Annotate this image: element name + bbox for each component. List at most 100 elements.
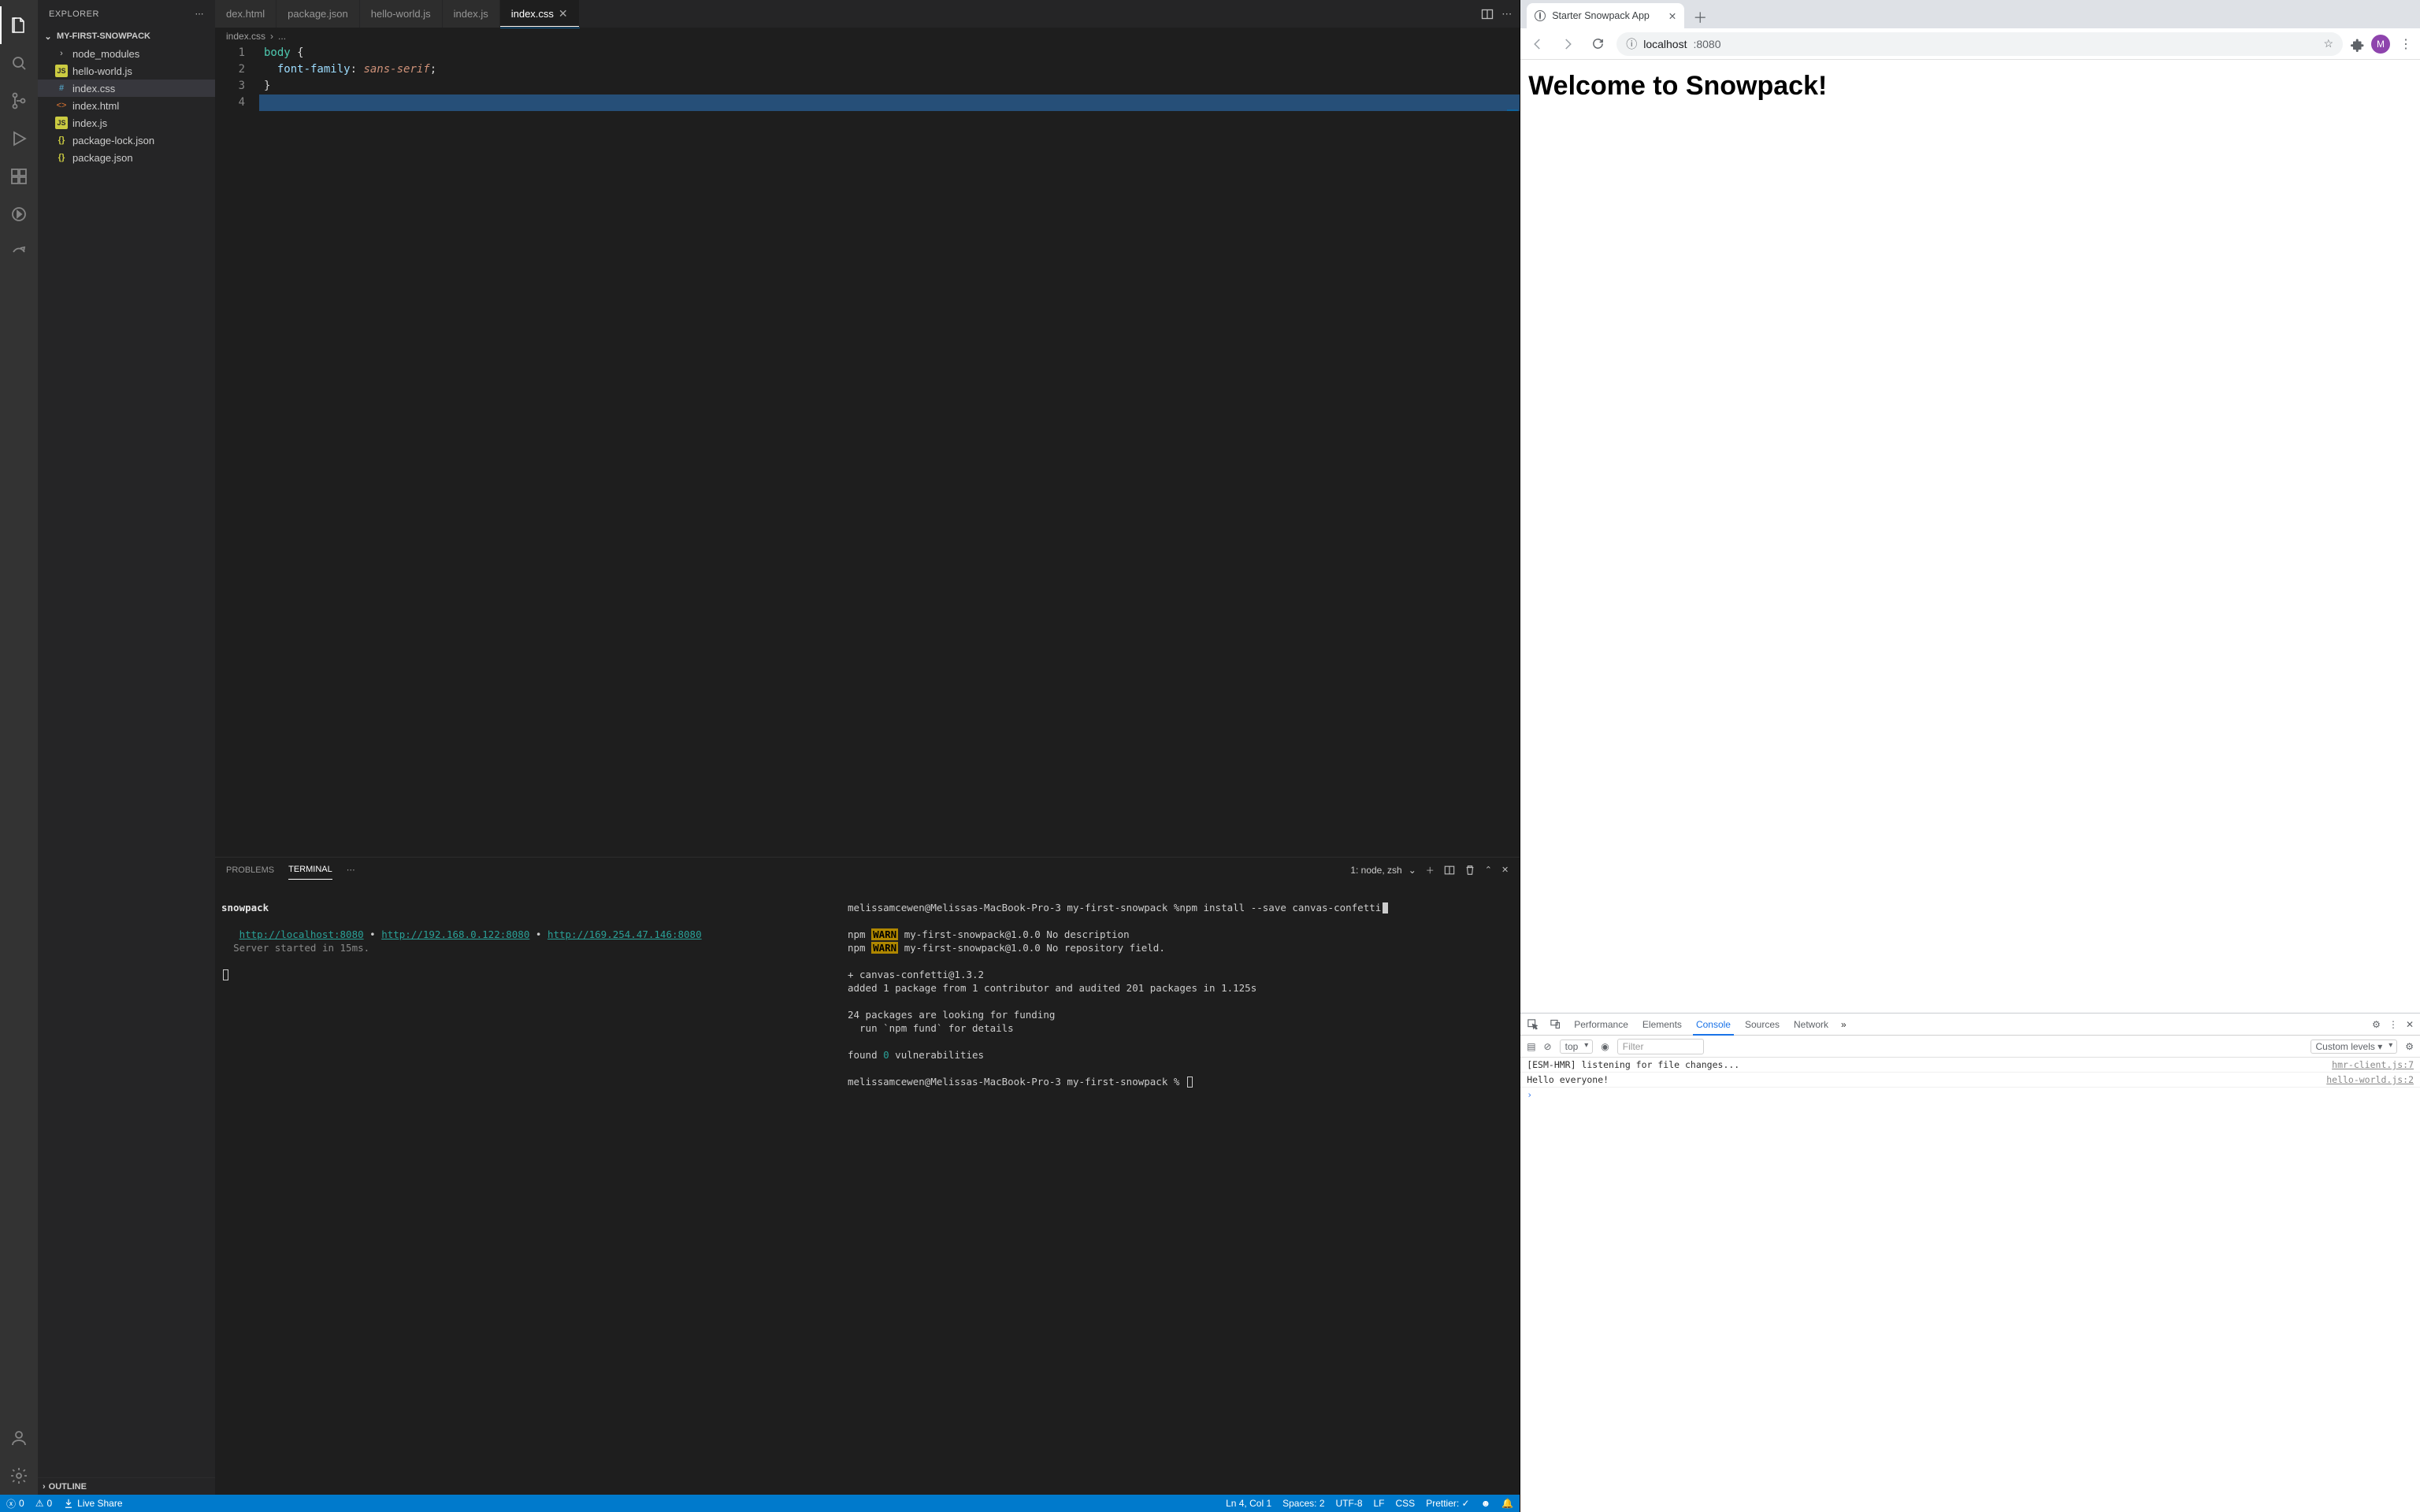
status-lang[interactable]: CSS	[1396, 1498, 1416, 1509]
devtools-tab-elements[interactable]: Elements	[1641, 1019, 1683, 1030]
console-source-link[interactable]: hello-world.js:2	[2326, 1073, 2414, 1087]
status-ln-col[interactable]: Ln 4, Col 1	[1226, 1498, 1271, 1509]
profile-avatar[interactable]: M	[2371, 35, 2390, 54]
file-tree-item[interactable]: {}package.json	[38, 149, 215, 166]
terminal-pane-right[interactable]: melissamcewen@Melissas-MacBook-Pro-3 my-…	[841, 883, 1520, 1495]
device-toggle-icon[interactable]	[1550, 1018, 1561, 1030]
chrome-menu-icon[interactable]: ⋮	[2398, 36, 2414, 52]
close-tab-icon[interactable]: ✕	[1668, 10, 1676, 22]
file-tree-item[interactable]: {}package-lock.json	[38, 132, 215, 149]
close-tab-icon[interactable]: ✕	[559, 7, 568, 20]
cursor-icon	[1383, 902, 1388, 914]
terminal-link[interactable]: http://169.254.47.146:8080	[547, 928, 702, 940]
kill-terminal-icon[interactable]	[1464, 865, 1475, 876]
bookmark-icon[interactable]: ☆	[2323, 37, 2333, 50]
file-tree-item[interactable]: #index.css	[38, 80, 215, 97]
file-tree-item[interactable]: <>index.html	[38, 97, 215, 114]
file-tree-item[interactable]: JShello-world.js	[38, 62, 215, 80]
status-feedback-icon[interactable]: ☻	[1481, 1498, 1491, 1509]
code-editor[interactable]: 1234 body { font-family: sans-serif;}	[215, 45, 1520, 857]
devtools-menu-icon[interactable]: ⋮	[2388, 1019, 2398, 1030]
new-terminal-icon[interactable]: ＋	[1426, 864, 1435, 876]
status-bell-icon[interactable]: 🔔	[1501, 1498, 1513, 1509]
editor-tab[interactable]: package.json	[277, 0, 360, 28]
panel-tab-problems[interactable]: PROBLEMS	[226, 865, 274, 880]
console-settings-icon[interactable]: ⚙	[2405, 1041, 2414, 1052]
devtools-tab-network[interactable]: Network	[1792, 1019, 1830, 1030]
chrome-tab[interactable]: Starter Snowpack App ✕	[1527, 3, 1684, 28]
console-context-select[interactable]: top	[1560, 1040, 1594, 1054]
status-liveshare-label: Live Share	[77, 1498, 122, 1509]
editor-tab[interactable]: index.css✕	[500, 0, 580, 28]
terminal-selector[interactable]: 1: node, zsh ⌄	[1350, 865, 1416, 876]
activity-extensions-icon[interactable]	[0, 158, 38, 195]
editor-tab[interactable]: dex.html	[215, 0, 277, 28]
activity-settings-icon[interactable]	[0, 1457, 38, 1495]
term-text: •	[529, 928, 547, 940]
activity-search-icon[interactable]	[0, 44, 38, 82]
activity-extra2-icon[interactable]	[0, 233, 38, 271]
terminal-selector-label: 1: node, zsh	[1350, 865, 1401, 876]
terminal-link[interactable]: http://192.168.0.122:8080	[381, 928, 529, 940]
forward-button[interactable]	[1557, 33, 1579, 55]
omnibox[interactable]: ⓘ localhost:8080 ☆	[1616, 32, 2343, 56]
devtools-tab-console[interactable]: Console	[1694, 1019, 1732, 1030]
activity-extra1-icon[interactable]	[0, 195, 38, 233]
console-sidebar-toggle-icon[interactable]: ▤	[1527, 1041, 1535, 1052]
console-source-link[interactable]: hmr-client.js:7	[2332, 1058, 2414, 1072]
file-tree-item[interactable]: ›node_modules	[38, 45, 215, 62]
inspect-icon[interactable]	[1527, 1018, 1538, 1030]
project-root[interactable]: ⌄ MY-FIRST-SNOWPACK	[38, 28, 215, 45]
split-terminal-icon[interactable]	[1444, 865, 1455, 876]
devtools-tab-sources[interactable]: Sources	[1743, 1019, 1781, 1030]
more-actions-icon[interactable]: ⋯	[1501, 8, 1512, 20]
split-editor-icon[interactable]	[1481, 8, 1494, 20]
panel-more-icon[interactable]: ⋯	[347, 865, 355, 875]
devtools-tab-performance[interactable]: Performance	[1572, 1019, 1630, 1030]
editor-tab-label: index.js	[454, 8, 488, 20]
explorer-header: EXPLORER ⋯	[38, 0, 215, 28]
status-encoding[interactable]: UTF-8	[1336, 1498, 1363, 1509]
status-warnings[interactable]: ⚠ 0	[35, 1498, 52, 1509]
status-eol[interactable]: LF	[1374, 1498, 1385, 1509]
term-text: 24 packages are looking for funding	[848, 1009, 1055, 1021]
activity-run-icon[interactable]	[0, 120, 38, 158]
console-clear-icon[interactable]: ⊘	[1544, 1041, 1552, 1052]
explorer-more-icon[interactable]: ⋯	[195, 9, 205, 19]
site-info-icon[interactable]: ⓘ	[1626, 36, 1637, 52]
status-liveshare[interactable]: Live Share	[63, 1498, 122, 1509]
terminal-pane-left[interactable]: snowpack http://localhost:8080 • http://…	[215, 883, 841, 1495]
close-panel-icon[interactable]: ✕	[1501, 865, 1509, 875]
devtools-more-tabs-icon[interactable]: »	[1841, 1019, 1847, 1030]
file-tree-label: hello-world.js	[72, 65, 132, 77]
reload-button[interactable]	[1587, 33, 1609, 55]
activity-explorer-icon[interactable]	[0, 6, 38, 44]
new-tab-button[interactable]: ＋	[1689, 6, 1711, 28]
editor-tab-label: dex.html	[226, 8, 265, 20]
devtools-settings-icon[interactable]: ⚙	[2372, 1019, 2381, 1030]
back-button[interactable]	[1527, 33, 1549, 55]
maximize-panel-icon[interactable]: ⌃	[1485, 865, 1492, 875]
term-text: added 1 package from 1 contributor and a…	[848, 982, 1256, 994]
breadcrumb[interactable]: index.css › ...	[215, 28, 1520, 45]
activity-source-control-icon[interactable]	[0, 82, 38, 120]
status-errors[interactable]: ⓧ 0	[6, 1497, 24, 1510]
console-output[interactable]: [ESM-HMR] listening for file changes...h…	[1520, 1058, 2420, 1512]
terminal-link[interactable]: http://localhost:8080	[239, 928, 364, 940]
console-live-icon[interactable]: ◉	[1601, 1041, 1609, 1052]
console-levels-select[interactable]: Custom levels ▾	[2311, 1040, 2398, 1054]
activity-account-icon[interactable]	[0, 1419, 38, 1457]
console-prompt[interactable]: ›	[1520, 1088, 2420, 1102]
outline-section[interactable]: › OUTLINE	[38, 1477, 215, 1495]
extensions-icon[interactable]	[2351, 38, 2363, 50]
file-tree-item[interactable]: JSindex.js	[38, 114, 215, 132]
editor-tab[interactable]: index.js	[443, 0, 500, 28]
console-filter-input[interactable]: Filter	[1617, 1039, 1704, 1054]
editor-tab[interactable]: hello-world.js	[360, 0, 443, 28]
status-spaces[interactable]: Spaces: 2	[1282, 1498, 1324, 1509]
terminal-body[interactable]: snowpack http://localhost:8080 • http://…	[215, 883, 1520, 1495]
status-prettier[interactable]: Prettier: ✓	[1426, 1498, 1469, 1509]
panel-tab-terminal[interactable]: TERMINAL	[288, 865, 332, 880]
devtools-close-icon[interactable]: ✕	[2406, 1019, 2414, 1030]
term-text: 0	[883, 1049, 889, 1061]
